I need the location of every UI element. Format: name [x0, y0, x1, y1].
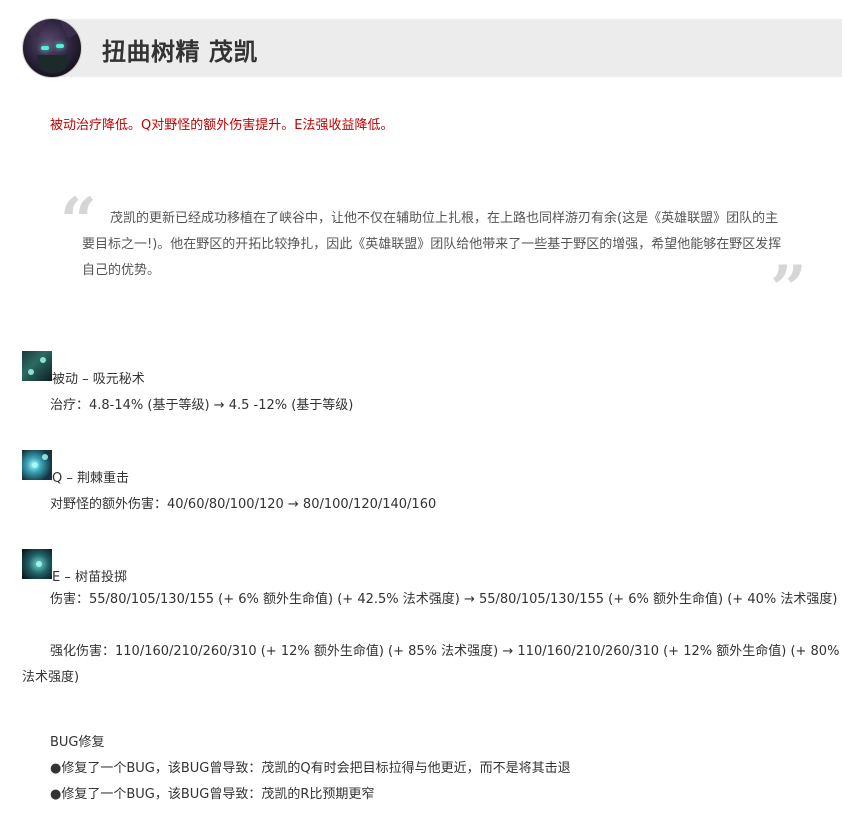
champion-header: 扭曲树精 茂凯	[22, 18, 842, 78]
e-sapling-toss-icon	[22, 549, 52, 579]
e-title: E – 树苗投掷	[52, 570, 127, 585]
q-title: Q – 荆棘重击	[52, 471, 129, 486]
e-empowered-damage-line: 强化伤害：110/160/210/260/310 (+ 12% 额外生命值) (…	[22, 639, 842, 691]
passive-sap-magic-icon	[22, 351, 52, 381]
maokai-portrait-icon	[22, 18, 82, 78]
change-summary: 被动治疗降低。Q对野怪的额外伤害提升。E法强收益降低。	[50, 118, 394, 133]
passive-heal-line: 治疗：4.8-14% (基于等级) → 4.5 -12% (基于等级)	[50, 398, 354, 413]
passive-title: 被动 – 吸元秘术	[52, 372, 145, 387]
bugfix-item-r: ●修复了一个BUG，该BUG曾导致：茂凯的R比预期更窄	[50, 787, 375, 802]
quote-text: 茂凯的更新已经成功移植在了峡谷中，让他不仅在辅助位上扎根，在上路也同样游刃有余(…	[82, 211, 782, 278]
close-quote-icon: ”	[770, 252, 807, 327]
e-damage-text: 伤害：55/80/105/130/155 (+ 6% 额外生命值) (+ 42.…	[50, 592, 838, 607]
q-bramble-smash-icon	[22, 450, 52, 480]
bugfix-item-q: ●修复了一个BUG，该BUG曾导致：茂凯的Q有时会把目标拉得与他更近，而不是将其…	[50, 761, 571, 776]
e-damage-line: 伤害：55/80/105/130/155 (+ 6% 额外生命值) (+ 42.…	[22, 587, 842, 613]
bugfix-title: BUG修复	[50, 735, 105, 750]
q-monster-damage-line: 对野怪的额外伤害：40/60/80/100/120 → 80/100/120/1…	[50, 497, 437, 512]
champion-title: 扭曲树精 茂凯	[102, 38, 258, 66]
e-empowered-damage-text: 强化伤害：110/160/210/260/310 (+ 12% 额外生命值) (…	[22, 644, 840, 685]
